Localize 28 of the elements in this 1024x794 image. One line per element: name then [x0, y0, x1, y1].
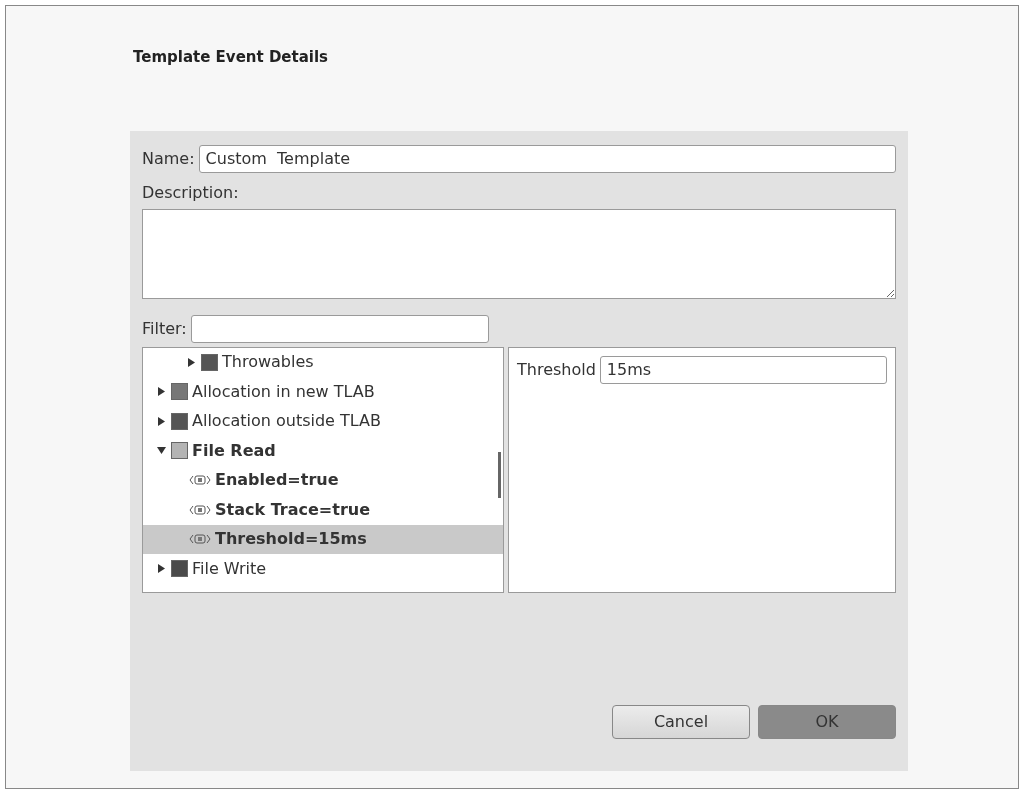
expand-arrow-icon[interactable] [157, 416, 166, 426]
tree-item[interactable]: Allocation outside TLAB [192, 409, 381, 434]
tree-item[interactable]: File Write [192, 556, 267, 581]
description-field[interactable] [142, 208, 896, 299]
setting-icon [189, 533, 211, 546]
tree-item[interactable]: Allocation in new TLAB [192, 379, 375, 404]
collapse-arrow-icon[interactable] [157, 446, 166, 456]
description-label: Description: [142, 181, 240, 204]
expand-arrow-icon[interactable] [187, 357, 196, 367]
ok-button[interactable]: OK [758, 704, 896, 739]
name-field[interactable]: Custom Template [198, 144, 896, 173]
filter-field[interactable] [190, 314, 489, 343]
selected-row[interactable]: Threshold=15ms [143, 524, 503, 554]
name-label: Name: [142, 147, 195, 170]
tree-item[interactable]: Stack Trace=true [215, 497, 371, 522]
tree-item[interactable]: Throwables [222, 350, 314, 375]
figure-title: Template Event Details [133, 47, 329, 68]
expand-arrow-icon[interactable] [157, 387, 166, 397]
cancel-button[interactable]: Cancel [612, 704, 750, 739]
scrollbar[interactable] [498, 451, 501, 498]
threshold-label: Threshold [517, 358, 596, 381]
tree-item[interactable]: Enabled=true [215, 468, 339, 493]
tree-item[interactable]: File Read [192, 438, 276, 463]
expand-arrow-icon[interactable] [157, 564, 166, 574]
setting-icon [189, 474, 211, 487]
filter-label: Filter: [142, 317, 187, 340]
threshold-field[interactable]: 15ms [599, 355, 887, 384]
setting-icon [189, 503, 211, 516]
